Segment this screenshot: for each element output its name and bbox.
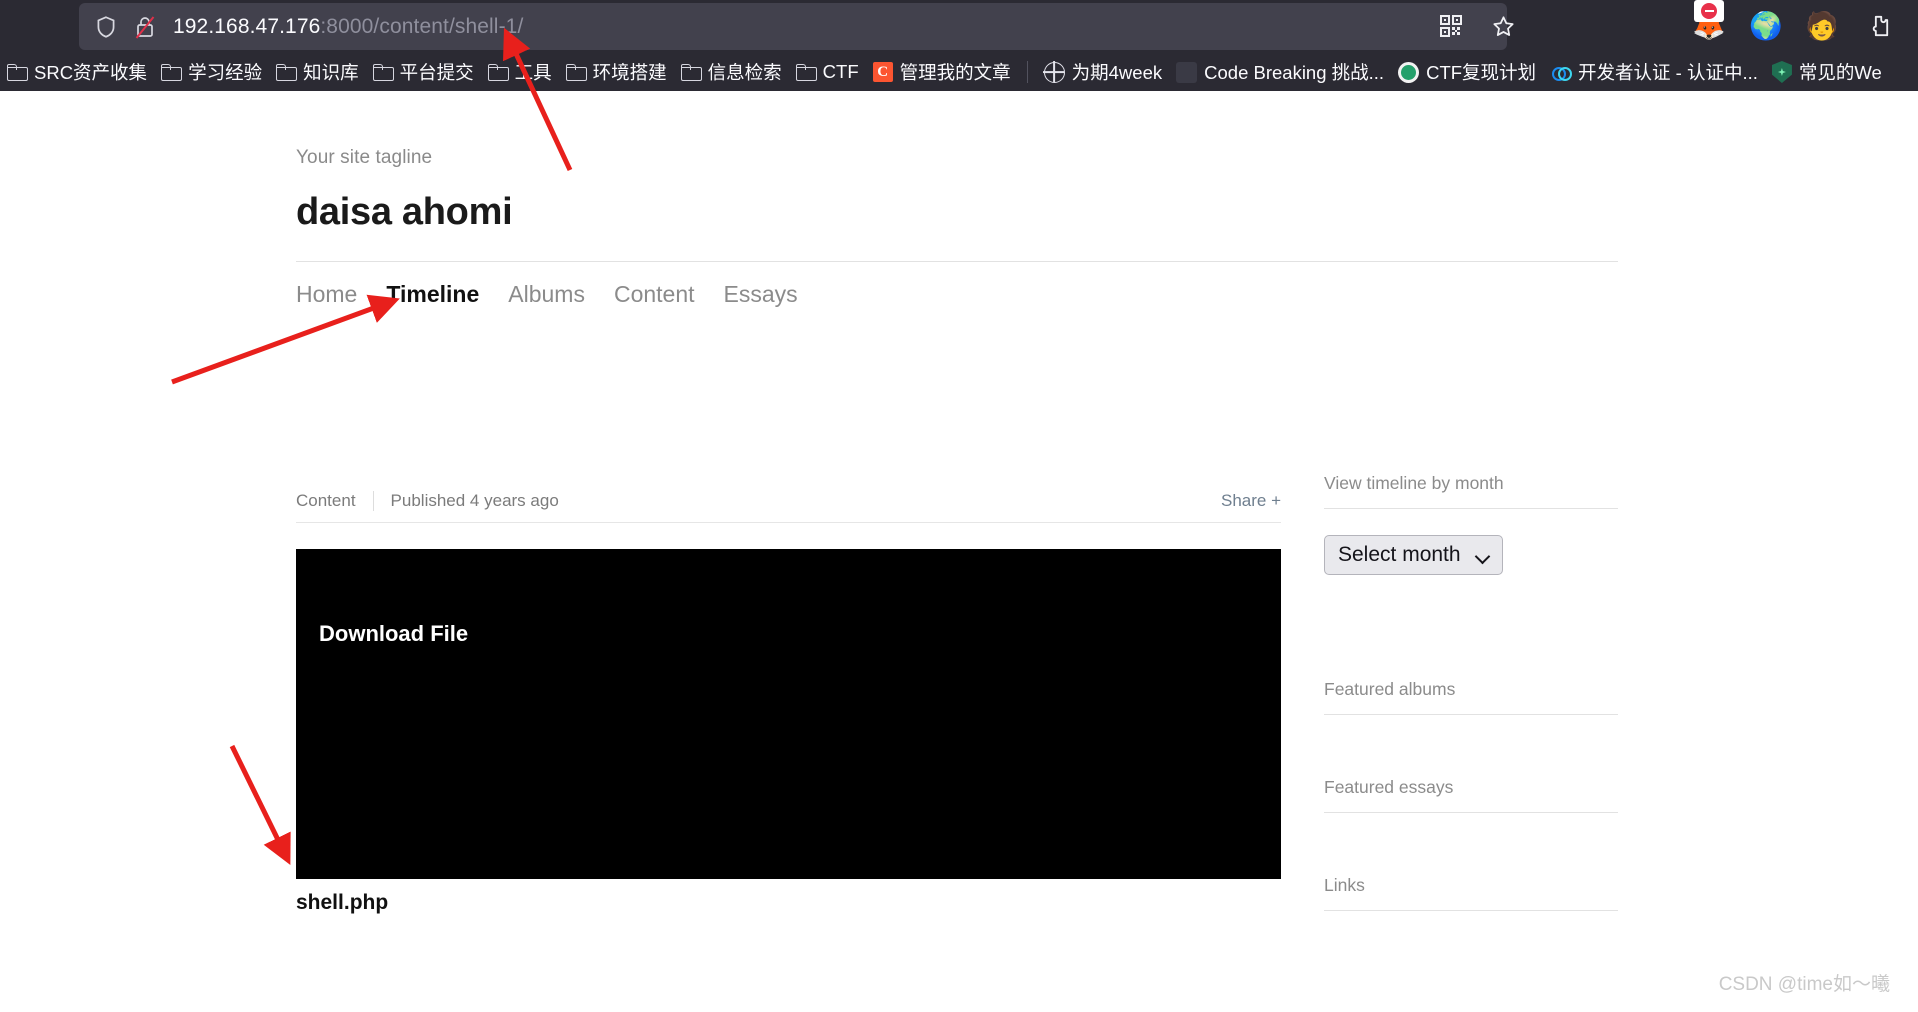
bookmark-label: 工具 <box>514 62 552 83</box>
bookmark-item[interactable]: 平台提交 <box>366 57 481 87</box>
bookmark-item[interactable]: 学习经验 <box>154 57 269 87</box>
url-text[interactable]: 192.168.47.176:8000/content/shell-1/ <box>173 15 523 39</box>
folder-icon <box>161 64 183 81</box>
qr-code-icon[interactable] <box>1433 8 1469 44</box>
page-title: daisa ahomi <box>296 191 513 233</box>
folder-icon <box>372 64 394 81</box>
download-file-link[interactable]: Download File <box>319 621 468 647</box>
bookmark-item[interactable]: 为期4week <box>1037 57 1169 87</box>
nav-item-home[interactable]: Home <box>296 281 357 308</box>
post-published: Published 4 years ago <box>390 490 559 510</box>
puzzle-extensions-icon[interactable] <box>1856 4 1900 48</box>
watermark: CSDN @time如～曦 <box>1718 974 1890 995</box>
featured-essays-block: Featured essays <box>1324 777 1618 813</box>
bookmark-label: 学习经验 <box>188 62 263 83</box>
media-block: Download File <box>296 549 1281 879</box>
bookmark-separator <box>1026 61 1028 83</box>
post-meta-bar: Content Published 4 years ago Share + <box>296 479 1281 523</box>
bookmark-label: CTF <box>822 61 859 82</box>
nav-item-essays[interactable]: Essays <box>724 281 798 308</box>
bookmark-item[interactable]: 环境搭建 <box>559 57 674 87</box>
timeline-by-month-block: View timeline by month Select month <box>1324 473 1618 575</box>
month-select-wrapper: Select month <box>1324 535 1618 575</box>
bookmarks-bar: SRC资产收集 学习经验 知识库 平台提交 工具 环境搭建 信息检索 CTF C… <box>0 53 1918 91</box>
nav-item-albums[interactable]: Albums <box>508 281 585 308</box>
bookmark-item[interactable]: 工具 <box>481 57 559 87</box>
lock-crossed-icon[interactable] <box>133 14 157 40</box>
site-nav: Home Timeline Albums Content Essays <box>296 281 827 308</box>
bookmark-item[interactable]: 开发者认证 - 认证中... <box>1543 57 1765 87</box>
chevron-down-icon <box>1477 551 1490 559</box>
bookmark-item[interactable]: 常见的We <box>1765 57 1889 87</box>
bookmark-label: 知识库 <box>303 62 359 83</box>
bookmark-label: 为期4week <box>1071 62 1163 83</box>
browser-chrome: 192.168.47.176:8000/content/shell-1/ 🦊 🌍… <box>0 0 1918 91</box>
nav-item-timeline[interactable]: Timeline <box>386 281 479 308</box>
sidebar: View timeline by month Select month Feat… <box>1324 473 1618 929</box>
no-entry-icon <box>1701 3 1717 19</box>
sidebar-heading-links: Links <box>1324 875 1618 911</box>
sidebar-heading-featured-albums: Featured albums <box>1324 679 1618 715</box>
file-caption: shell.php <box>296 891 389 914</box>
links-block: Links <box>1324 875 1618 911</box>
bookmark-label: 开发者认证 - 认证中... <box>1578 62 1758 83</box>
bookmark-label: CTF复现计划 <box>1426 62 1537 83</box>
share-button[interactable]: Share + <box>1221 491 1281 511</box>
csdn-favicon: C <box>872 62 893 82</box>
folder-icon <box>795 64 817 81</box>
bookmark-item[interactable]: C 管理我的文章 <box>866 57 1018 87</box>
shield-icon[interactable] <box>93 14 119 40</box>
nav-item-content[interactable]: Content <box>614 281 695 308</box>
folder-icon <box>7 64 28 81</box>
bookmark-label: Code Breaking 挑战... <box>1204 62 1385 83</box>
header-divider <box>296 261 1618 262</box>
bookmark-star-icon[interactable] <box>1485 8 1521 44</box>
extension-blocked-badge <box>1694 0 1724 22</box>
folder-icon <box>680 64 702 81</box>
globe-favicon <box>1043 61 1065 83</box>
bookmark-label: 管理我的文章 <box>899 62 1011 83</box>
bookmark-item[interactable]: Code Breaking 挑战... <box>1169 57 1391 87</box>
bookmark-label: 信息检索 <box>707 62 782 83</box>
month-select[interactable]: Select month <box>1324 535 1503 575</box>
dark-favicon <box>1176 61 1198 83</box>
user-avatar-extension-icon[interactable]: 🧑 <box>1800 4 1844 48</box>
green-favicon <box>1398 61 1420 83</box>
site-tagline: Your site tagline <box>296 147 433 168</box>
folder-icon <box>487 64 509 81</box>
post-kind-label: Content <box>296 490 374 511</box>
bookmark-item[interactable]: CTF复现计划 <box>1391 57 1543 87</box>
bookmark-item[interactable]: SRC资产收集 <box>0 57 154 87</box>
browser-toolbar: 192.168.47.176:8000/content/shell-1/ 🦊 🌍… <box>0 0 1918 53</box>
month-select-value: Select month <box>1338 543 1461 566</box>
featured-albums-block: Featured albums <box>1324 679 1618 715</box>
page-content: Your site tagline daisa ahomi Home Timel… <box>0 91 1918 1012</box>
sidebar-heading-timeline: View timeline by month <box>1324 473 1618 509</box>
folder-icon <box>276 64 298 81</box>
bookmark-item[interactable]: CTF <box>789 57 866 87</box>
bookmark-label: SRC资产收集 <box>34 62 148 83</box>
idm-download-extension-icon[interactable]: 🌍 <box>1744 4 1788 48</box>
sidebar-heading-featured-essays: Featured essays <box>1324 777 1618 813</box>
blue-cloud-favicon <box>1550 62 1573 83</box>
bookmark-label: 平台提交 <box>399 62 474 83</box>
shield-favicon <box>1771 61 1792 83</box>
bookmark-label: 常见的We <box>1798 62 1882 83</box>
site-header: Your site tagline daisa ahomi <box>296 147 1616 234</box>
folder-icon <box>565 64 587 81</box>
bookmark-item[interactable]: 信息检索 <box>674 57 789 87</box>
address-bar[interactable]: 192.168.47.176:8000/content/shell-1/ <box>79 3 1507 50</box>
bookmark-label: 环境搭建 <box>592 62 667 83</box>
bookmark-item[interactable]: 知识库 <box>269 57 366 87</box>
